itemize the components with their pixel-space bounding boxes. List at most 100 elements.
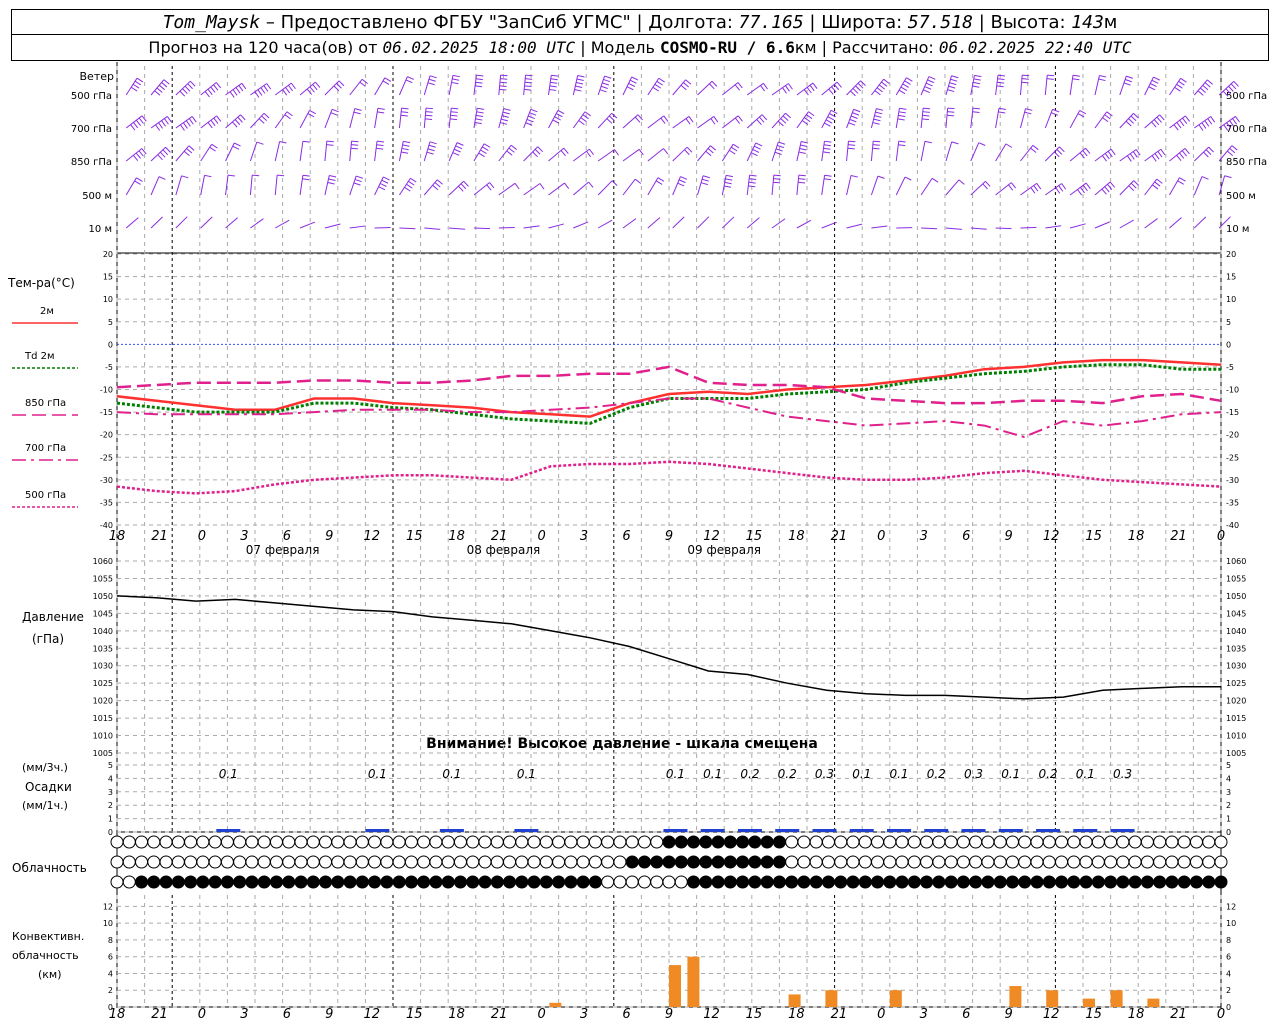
wind-barb bbox=[423, 108, 427, 129]
cloud-circle bbox=[1079, 855, 1093, 869]
wind-barb bbox=[548, 147, 565, 162]
wind-barb-flag bbox=[1153, 119, 1160, 126]
cloud-circle bbox=[368, 855, 382, 869]
cloud-circle bbox=[343, 835, 357, 849]
wind-barb-flag bbox=[685, 118, 691, 125]
wind-barb-flag bbox=[1104, 186, 1110, 193]
wind-barb-flag bbox=[1025, 108, 1033, 111]
wind-barb-flag bbox=[307, 113, 315, 118]
wind-barb-flag bbox=[701, 178, 709, 182]
pressure-tick-label-right: 1060 bbox=[1226, 557, 1246, 566]
wind-barb bbox=[125, 148, 143, 162]
wind-barb bbox=[945, 141, 953, 162]
wind-barb-flag bbox=[186, 148, 193, 154]
wind-barb-flag bbox=[1008, 184, 1014, 191]
wind-barb-flag bbox=[136, 177, 143, 182]
wind-barb-flag bbox=[685, 79, 692, 85]
wind-barb-flag bbox=[227, 174, 236, 177]
wind-barb-flag bbox=[379, 183, 387, 187]
cloud-circle bbox=[159, 835, 173, 849]
wind-barb-flag bbox=[164, 118, 169, 125]
pressure-tick-label-right: 1030 bbox=[1226, 662, 1246, 671]
conv-bar bbox=[788, 994, 801, 1007]
wind-barb bbox=[622, 148, 640, 162]
wind-barb bbox=[225, 142, 235, 162]
wind-barb-flag bbox=[506, 150, 513, 156]
cloud-circle bbox=[147, 855, 161, 869]
wind-barb-flag bbox=[577, 74, 585, 78]
wind-barb-flag bbox=[257, 89, 263, 96]
cloud-circle bbox=[1140, 835, 1154, 849]
wind-barb-flag bbox=[928, 76, 936, 80]
wind-barb-flag bbox=[458, 185, 464, 192]
wind-barb bbox=[821, 141, 825, 162]
wind-barb-flag bbox=[996, 85, 1004, 88]
wind-barb bbox=[1045, 225, 1062, 229]
precip-bar bbox=[849, 829, 874, 832]
hour-tick-label: 12 bbox=[363, 529, 380, 544]
cloud-circle bbox=[674, 835, 688, 849]
wind-barb-flag bbox=[924, 86, 932, 90]
cloud-circle bbox=[1153, 875, 1167, 889]
wind-barb-flag bbox=[1178, 80, 1185, 86]
precip-bar bbox=[365, 829, 390, 832]
cloud-circle bbox=[294, 835, 308, 849]
wind-barb-flag bbox=[1151, 79, 1159, 84]
precip-amount-label: 0.1 bbox=[703, 767, 722, 781]
date-label: 08 февраля bbox=[467, 543, 541, 557]
wind-barb-flag bbox=[234, 119, 241, 126]
wind-barb bbox=[398, 76, 408, 96]
wind-barb-flag bbox=[828, 88, 834, 95]
cloud-circle bbox=[306, 835, 320, 849]
wind-barb-flag bbox=[405, 79, 413, 84]
wind-barb-flag bbox=[660, 117, 666, 124]
wind-barb-flag bbox=[1199, 87, 1206, 93]
cloud-circle bbox=[711, 855, 725, 869]
wind-barb-flag bbox=[452, 74, 460, 78]
wind-barb-flag bbox=[560, 150, 566, 157]
cloud-circle bbox=[637, 855, 651, 869]
wind-barb-flag bbox=[1101, 155, 1107, 162]
wind-barb-flag bbox=[263, 85, 269, 92]
cloud-circle bbox=[846, 855, 860, 869]
cloud-circle bbox=[576, 855, 590, 869]
cloud-circle bbox=[1116, 835, 1130, 849]
cloud-circle bbox=[1079, 875, 1093, 889]
wind-barb-flag bbox=[634, 116, 641, 123]
wind-barb-flag bbox=[898, 144, 906, 147]
wind-barb-flag bbox=[972, 111, 980, 113]
wind-barb-flag bbox=[1085, 147, 1091, 154]
wind-barb-flag bbox=[780, 118, 787, 124]
wind-barb-flag bbox=[329, 174, 337, 178]
wind-barb-flag bbox=[848, 122, 856, 126]
wind-barb-flag bbox=[707, 148, 714, 154]
wind-barb bbox=[846, 80, 861, 96]
conv-bar bbox=[1110, 990, 1123, 1007]
wind-barb bbox=[771, 141, 779, 162]
cloud-circle bbox=[453, 875, 467, 889]
cloud-circle bbox=[196, 875, 210, 889]
wind-barb-flag bbox=[376, 144, 384, 147]
cloud-circle bbox=[466, 835, 480, 849]
wind-barb-flag bbox=[982, 183, 988, 190]
cloud-circle bbox=[1055, 855, 1069, 869]
cloud-circle bbox=[1018, 875, 1032, 889]
wind-barb-flag bbox=[361, 78, 368, 84]
wind-barb-flag bbox=[529, 112, 537, 116]
wind-barb-flag bbox=[873, 118, 881, 122]
wind-barb bbox=[895, 176, 906, 196]
conv-bar bbox=[889, 990, 902, 1007]
wind-barb-flag bbox=[823, 144, 831, 147]
cloud-circle bbox=[527, 855, 541, 869]
cloud-circle bbox=[907, 835, 921, 849]
wind-barb-flag bbox=[629, 79, 637, 84]
hour-tick-label: 3 bbox=[920, 1007, 928, 1022]
wind-barb bbox=[1069, 110, 1081, 129]
wind-barb-flag bbox=[678, 179, 686, 184]
cloud-circle bbox=[1177, 875, 1191, 889]
cloud-circle bbox=[110, 875, 124, 889]
cloud-circle bbox=[711, 835, 725, 849]
cloud-circle bbox=[184, 855, 198, 869]
wind-barb-flag bbox=[812, 82, 818, 90]
wind-barb bbox=[921, 227, 938, 230]
